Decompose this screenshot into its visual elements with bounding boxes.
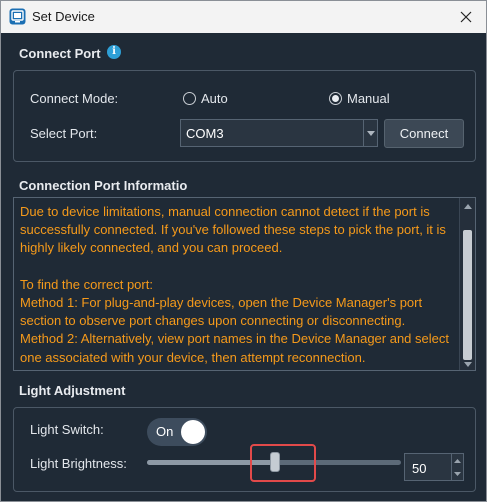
- connect-button[interactable]: Connect: [384, 119, 464, 148]
- window-title: Set Device: [32, 9, 95, 24]
- spin-buttons: [451, 454, 463, 480]
- title-bar: Set Device: [1, 1, 486, 33]
- close-button[interactable]: [446, 1, 486, 33]
- scroll-down-icon[interactable]: [463, 360, 473, 368]
- connection-info-title: Connection Port Informatio: [19, 178, 188, 193]
- set-device-window: Set Device Connect Port i Connect Mode: …: [0, 0, 487, 502]
- light-switch-toggle[interactable]: On: [147, 418, 207, 446]
- light-adjustment-title: Light Adjustment: [19, 383, 126, 398]
- scroll-thumb[interactable]: [463, 230, 472, 360]
- toggle-state-label: On: [156, 424, 174, 439]
- chevron-down-icon[interactable]: [363, 120, 377, 146]
- radio-auto-label[interactable]: Auto: [201, 91, 228, 106]
- spin-down-icon[interactable]: [452, 467, 463, 480]
- connect-port-panel: [13, 70, 476, 162]
- select-port-label: Select Port:: [30, 126, 98, 141]
- connection-info-text: Due to device limitations, manual connec…: [20, 204, 449, 365]
- port-select-value: COM3: [186, 126, 224, 141]
- connect-mode-label: Connect Mode:: [30, 91, 119, 106]
- vertical-scrollbar[interactable]: [459, 198, 475, 370]
- brightness-spinbox[interactable]: 50: [404, 453, 464, 481]
- app-icon: [9, 8, 26, 25]
- radio-manual-label[interactable]: Manual: [347, 91, 390, 106]
- highlight-annotation-box: [250, 444, 316, 482]
- scroll-up-icon[interactable]: [463, 202, 473, 210]
- light-switch-label: Light Switch:: [30, 422, 104, 437]
- radio-auto[interactable]: [183, 92, 196, 105]
- brightness-value[interactable]: 50: [412, 461, 426, 476]
- info-icon[interactable]: i: [107, 45, 121, 59]
- radio-manual[interactable]: [329, 92, 342, 105]
- connect-port-title: Connect Port: [19, 46, 101, 61]
- toggle-knob: [181, 420, 205, 444]
- light-brightness-label: Light Brightness:: [30, 456, 127, 471]
- connection-info-text-area[interactable]: Due to device limitations, manual connec…: [13, 197, 476, 371]
- port-select[interactable]: COM3: [180, 119, 378, 147]
- spin-up-icon[interactable]: [452, 454, 463, 467]
- close-icon: [460, 11, 472, 23]
